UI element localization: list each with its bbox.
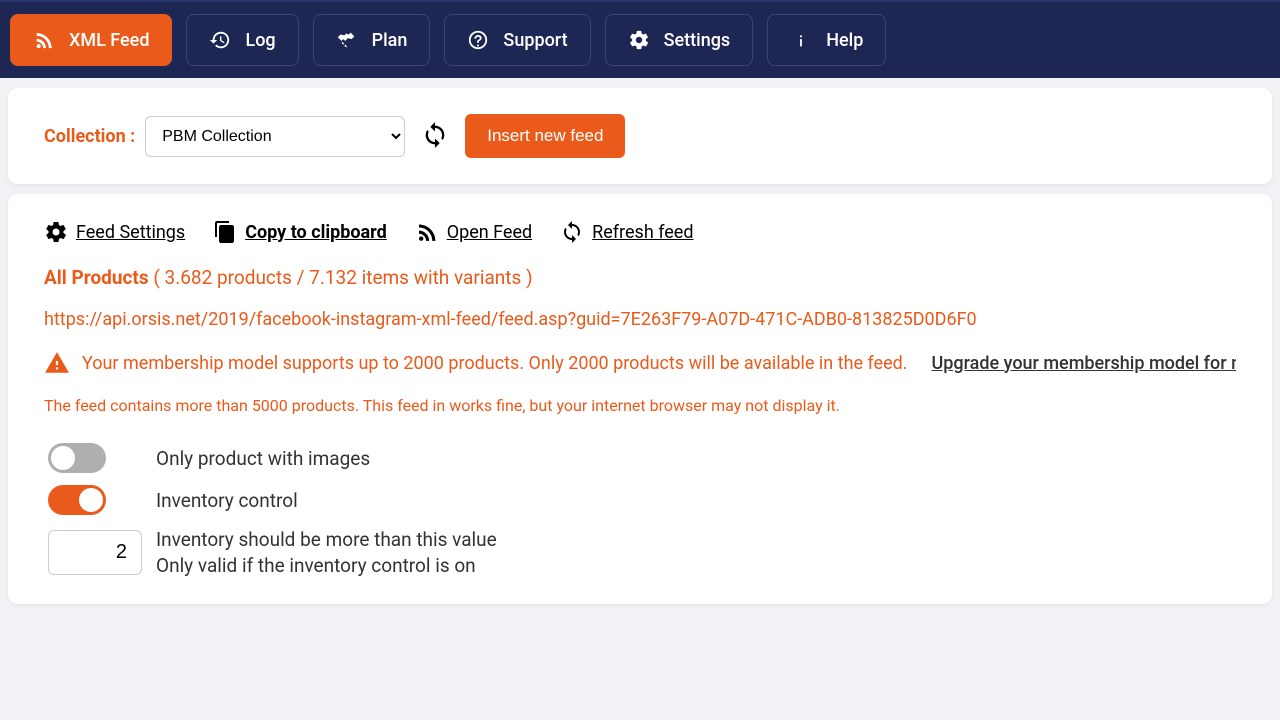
nav-plan-label: Plan	[372, 30, 408, 51]
membership-warning: Your membership model supports up to 200…	[44, 350, 1236, 376]
nav-support-label: Support	[503, 30, 567, 51]
sync-icon	[560, 220, 584, 244]
rss-icon	[33, 29, 55, 51]
feed-settings-label: Feed Settings	[76, 222, 185, 243]
inventory-threshold-desc: Inventory should be more than this value…	[156, 527, 497, 578]
feed-url[interactable]: https://api.orsis.net/2019/facebook-inst…	[44, 309, 1236, 330]
feed-card: Feed Settings Copy to clipboard Open Fee…	[8, 194, 1272, 604]
only-images-toggle[interactable]	[48, 443, 106, 473]
sync-icon	[421, 121, 449, 149]
inventory-desc-2: Only valid if the inventory control is o…	[156, 553, 497, 579]
nav-settings[interactable]: Settings	[605, 14, 754, 66]
insert-feed-button[interactable]: Insert new feed	[465, 114, 625, 158]
refresh-collection-button[interactable]	[415, 115, 455, 158]
history-icon	[209, 29, 231, 51]
collection-label: Collection :	[44, 126, 135, 147]
gear-icon	[628, 29, 650, 51]
inventory-threshold-input[interactable]	[48, 530, 142, 575]
nav-support[interactable]: Support	[444, 14, 590, 66]
nav-settings-label: Settings	[664, 30, 731, 51]
open-feed-link[interactable]: Open Feed	[415, 220, 532, 244]
only-images-label: Only product with images	[156, 447, 370, 470]
nav-xml-feed-label: XML Feed	[69, 30, 149, 51]
copy-clipboard-label: Copy to clipboard	[245, 222, 387, 243]
products-title: All Products	[44, 266, 149, 289]
nav-log[interactable]: Log	[186, 14, 298, 66]
open-feed-label: Open Feed	[447, 222, 532, 243]
products-summary: All Products ( 3.682 products / 7.132 it…	[44, 266, 1236, 289]
collection-card: Collection : PBM Collection Insert new f…	[8, 88, 1272, 184]
warning-text: Your membership model supports up to 200…	[82, 353, 908, 374]
gear-icon	[44, 220, 68, 244]
handshake-icon	[336, 29, 358, 51]
clipboard-icon	[213, 220, 237, 244]
question-circle-icon	[467, 29, 489, 51]
nav-help[interactable]: Help	[767, 14, 886, 66]
nav-log-label: Log	[245, 30, 275, 51]
copy-clipboard-link[interactable]: Copy to clipboard	[213, 220, 387, 244]
products-stats: ( 3.682 products / 7.132 items with vari…	[149, 266, 533, 289]
nav-plan[interactable]: Plan	[313, 14, 431, 66]
inventory-control-toggle[interactable]	[48, 485, 106, 515]
refresh-feed-label: Refresh feed	[592, 222, 693, 243]
collection-select[interactable]: PBM Collection	[145, 116, 405, 157]
nav-help-label: Help	[826, 30, 863, 51]
upgrade-link[interactable]: Upgrade your membership model for m	[932, 353, 1236, 374]
inventory-control-label: Inventory control	[156, 489, 298, 512]
nav-xml-feed[interactable]: XML Feed	[10, 14, 172, 66]
refresh-feed-link[interactable]: Refresh feed	[560, 220, 693, 244]
top-nav: XML Feed Log Plan Support Settings Help	[0, 0, 1280, 78]
info-icon	[790, 29, 812, 51]
rss-icon	[415, 220, 439, 244]
browser-note: The feed contains more than 5000 product…	[44, 396, 1236, 415]
inventory-desc-1: Inventory should be more than this value	[156, 527, 497, 553]
feed-settings-link[interactable]: Feed Settings	[44, 220, 185, 244]
warning-icon	[44, 350, 70, 376]
